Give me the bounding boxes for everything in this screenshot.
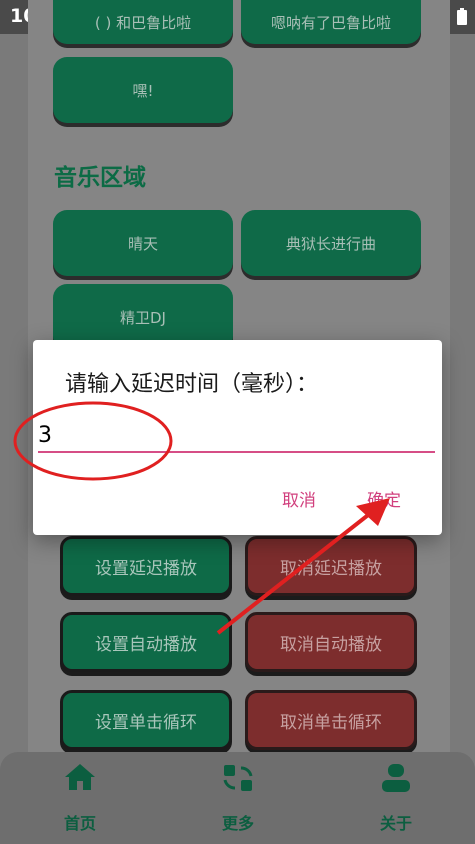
nav-item-about[interactable]: 关于 (351, 762, 441, 834)
set-click-loop-button[interactable]: 设置单击循环 (60, 690, 232, 750)
cancel-click-loop-button[interactable]: 取消单击循环 (245, 690, 417, 750)
cancel-auto-play-button[interactable]: 取消自动播放 (245, 612, 417, 672)
person-icon (351, 762, 441, 796)
nav-item-home[interactable]: 首页 (35, 762, 125, 834)
music-button-sunny[interactable]: 晴天 (53, 210, 233, 276)
section-title-music: 音乐区域 (54, 165, 146, 191)
sound-button-partial-right[interactable]: 嗯呐有了巴鲁比啦 (241, 0, 421, 44)
dialog-title: 请输入延迟时间（毫秒）： (65, 372, 319, 397)
nav-label-more: 更多 (221, 814, 254, 833)
cancel-delay-play-button[interactable]: 取消延迟播放 (245, 536, 417, 596)
refresh-icon (193, 762, 283, 796)
nav-label-home: 首页 (63, 814, 96, 833)
bottom-navigation: 首页 更多 关于 (0, 752, 475, 844)
sound-button-hey[interactable]: 嘿! (53, 57, 233, 123)
nav-item-more[interactable]: 更多 (193, 762, 283, 834)
set-delay-play-button[interactable]: 设置延迟播放 (60, 536, 232, 596)
home-icon (35, 762, 125, 796)
nav-label-about: 关于 (379, 814, 412, 833)
delay-ms-input[interactable] (38, 419, 435, 453)
dialog-cancel-button[interactable]: 取消 (282, 486, 316, 511)
dialog-ok-button[interactable]: 确定 (367, 486, 401, 511)
delay-input-dialog: 请输入延迟时间（毫秒）： 取消 确定 (33, 340, 442, 535)
battery-icon (457, 8, 467, 29)
sound-button-partial-left[interactable]: ( ) 和巴鲁比啦 (53, 0, 233, 44)
set-auto-play-button[interactable]: 设置自动播放 (60, 612, 232, 672)
music-button-warden-march[interactable]: 典狱长进行曲 (241, 210, 421, 276)
